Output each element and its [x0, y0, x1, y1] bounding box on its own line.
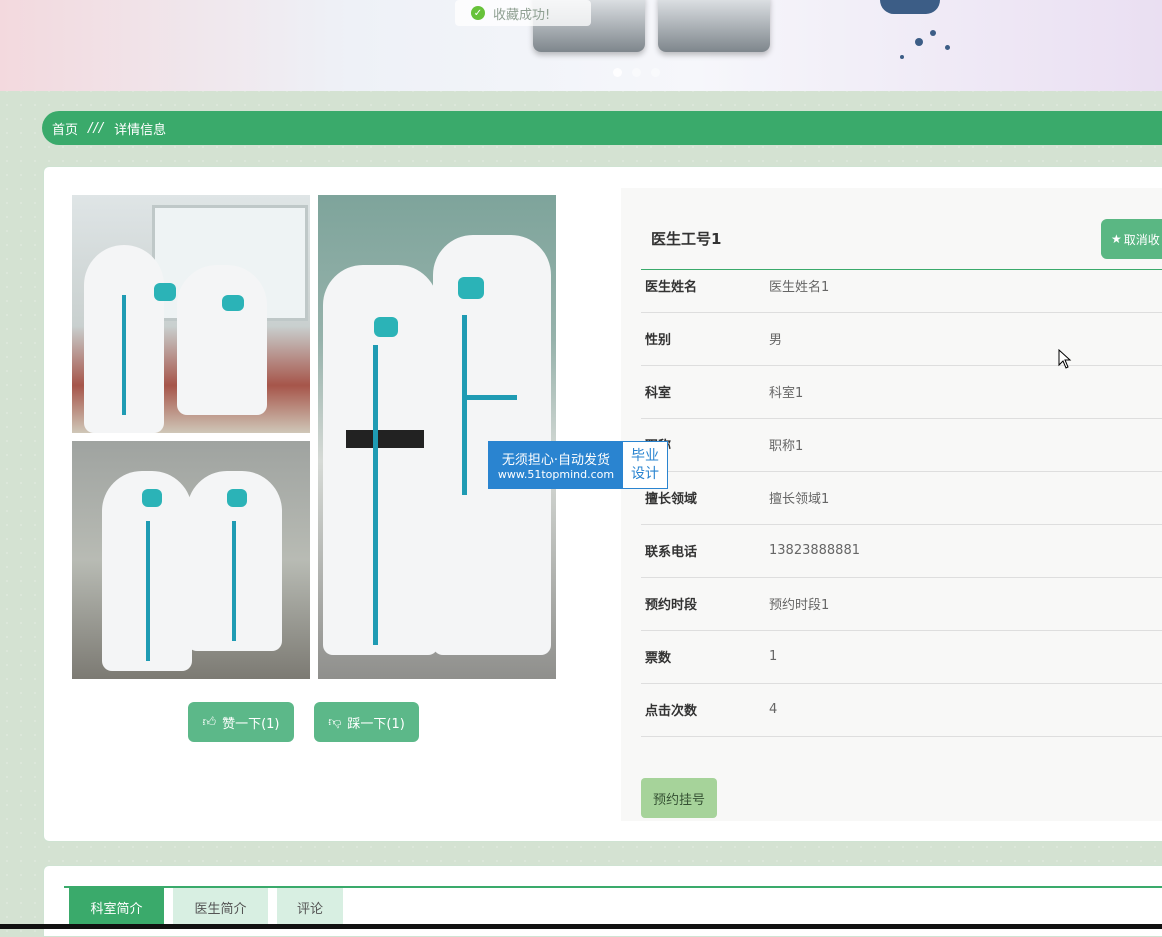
carousel-dot[interactable]: [651, 68, 660, 77]
doctor-info-panel: 医生工号1 ★ 取消收 医生姓名 医生姓名1 性别 男 科室 科室1 职称 职称…: [621, 188, 1162, 821]
detail-card: 👍︎ 赞一下(1) 👎︎ 踩一下(1) 医生工号1 ★ 取消收 医生姓名 医生姓…: [43, 166, 1162, 842]
watermark: 无须担心·自动发货 www.51topmind.com 毕业 设计: [488, 441, 668, 489]
bottom-edge: [0, 924, 1162, 929]
tab-department-intro[interactable]: 科室简介: [69, 888, 164, 926]
dislike-label: 踩一下(1): [347, 716, 405, 732]
field-row: 联系电话 13823888881: [641, 524, 1162, 578]
toast-text: 收藏成功!: [493, 7, 551, 23]
field-value: 4: [769, 702, 778, 717]
carousel-dot[interactable]: [613, 68, 622, 77]
decor-splash: [880, 0, 940, 14]
carousel-dots[interactable]: [613, 68, 660, 77]
field-row: 科室 科室1: [641, 365, 1162, 419]
field-row: 票数 1: [641, 630, 1162, 684]
star-icon: ★: [1111, 232, 1122, 246]
check-circle-icon: ✓: [471, 6, 485, 20]
watermark-line1: 无须担心·自动发货: [501, 453, 611, 468]
like-button[interactable]: 👍︎ 赞一下(1): [188, 702, 294, 742]
field-label: 擅长领域: [645, 492, 698, 507]
field-row: 性别 男: [641, 312, 1162, 366]
decor-dot: [930, 30, 936, 36]
breadcrumb-home[interactable]: 首页: [52, 119, 78, 138]
favorite-label: 取消收: [1123, 232, 1160, 247]
field-value: 医生姓名1: [769, 280, 830, 295]
watermark-text: 无须担心·自动发货 www.51topmind.com: [489, 442, 623, 488]
decor-dot: [945, 45, 950, 50]
tab-doctor-intro[interactable]: 医生简介: [173, 888, 268, 926]
field-value: 13823888881: [769, 543, 860, 558]
doctor-photo-3: [318, 195, 556, 679]
field-row: 医生姓名 医生姓名1: [641, 259, 1162, 313]
field-value: 科室1: [769, 386, 804, 401]
watermark-line2: www.51topmind.com: [497, 468, 615, 481]
mouse-cursor-icon: [1058, 349, 1072, 369]
thumbs-up-icon: 👍︎: [202, 714, 217, 730]
field-row: 预约时段 预约时段1: [641, 577, 1162, 631]
favorite-button[interactable]: ★ 取消收: [1101, 219, 1162, 259]
field-label: 预约时段: [645, 598, 698, 613]
breadcrumb-current: 详情信息: [114, 122, 167, 138]
field-label: 联系电话: [645, 545, 698, 560]
top-banner: ✓ 收藏成功!: [0, 0, 1162, 91]
decor-dot: [915, 38, 923, 46]
watermark-badge: 毕业 设计: [623, 442, 667, 488]
field-label: 医生姓名: [645, 280, 698, 295]
belt: [346, 430, 424, 448]
field-value: 擅长领域1: [769, 492, 830, 507]
toast-message: ✓ 收藏成功!: [455, 0, 591, 26]
field-value: 职称1: [769, 439, 804, 454]
field-row: 职称 职称1: [641, 418, 1162, 472]
field-label: 票数: [645, 651, 672, 666]
field-value: 男: [769, 333, 783, 348]
tab-comments[interactable]: 评论: [277, 888, 343, 926]
field-label: 点击次数: [645, 704, 698, 719]
decor-dot: [900, 55, 904, 59]
watermark-badge2: 设计: [631, 466, 659, 482]
watermark-badge1: 毕业: [631, 448, 659, 464]
field-value: 1: [769, 649, 778, 664]
breadcrumb-separator: ///: [88, 120, 105, 136]
carousel-dot[interactable]: [632, 68, 641, 77]
doctor-id-title: 医生工号1: [651, 230, 722, 248]
field-label: 科室: [645, 386, 672, 401]
product-image-right: [658, 0, 770, 52]
thumbs-down-icon: 👎︎: [328, 714, 342, 730]
field-row: 擅长领域 擅长领域1: [641, 471, 1162, 525]
doctor-photo-1: [72, 195, 310, 433]
field-value: 预约时段1: [769, 598, 830, 613]
field-row: 点击次数 4: [641, 683, 1162, 737]
book-appointment-button[interactable]: 预约挂号: [641, 778, 717, 818]
field-label: 性别: [645, 333, 672, 348]
breadcrumb: 首页 /// 详情信息: [42, 111, 1162, 145]
doctor-photo-2: [72, 441, 310, 679]
dislike-button[interactable]: 👎︎ 踩一下(1): [314, 702, 419, 742]
like-label: 赞一下(1): [222, 716, 280, 732]
